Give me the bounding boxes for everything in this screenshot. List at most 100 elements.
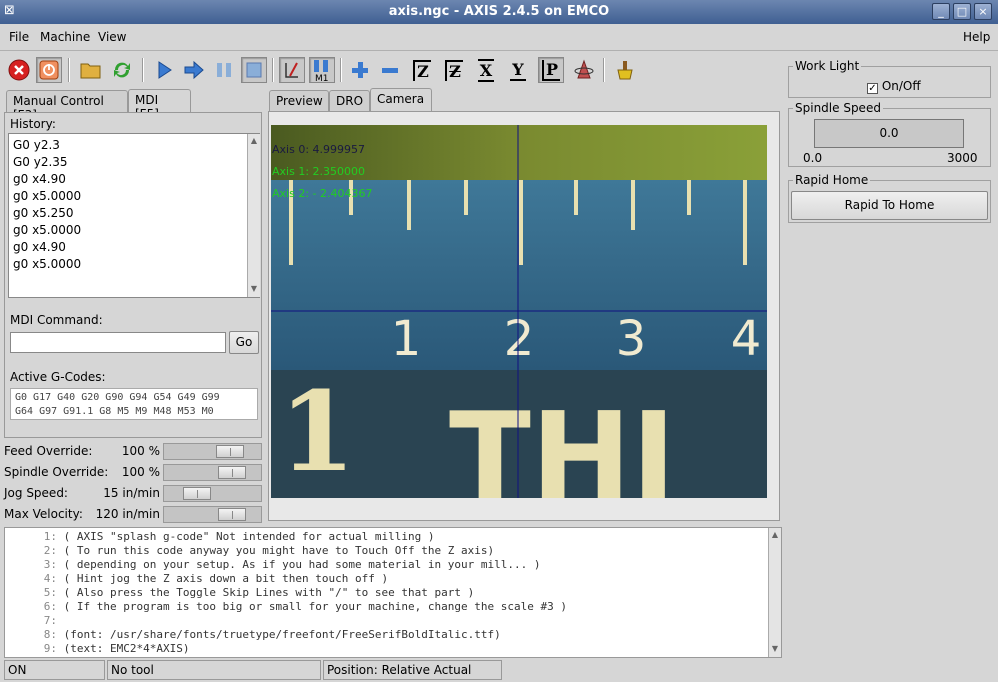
history-label: History: [10,117,56,131]
machine-power-icon[interactable] [36,57,62,83]
camera-view[interactable]: 1 2 3 4 1 THI Axis 0: 4.999957 Axis 1: 2… [271,125,767,498]
view-p-icon[interactable]: P [538,57,564,83]
spindle-speed-gauge: 0.0 [814,119,964,148]
gcode-line[interactable]: 6: ( If the program is too big or small … [5,600,567,613]
scroll-down-icon[interactable]: ▼ [770,644,780,654]
ruler-number: 2 [504,311,535,367]
view-z2-icon[interactable]: Z [441,57,467,83]
list-item[interactable]: G0 y2.3 [13,138,60,152]
dro-axis-2: Axis 2: - 2.404367 [272,187,373,200]
list-item[interactable]: g0 x5.0000 [13,223,81,237]
scroll-down-icon[interactable]: ▼ [249,284,259,294]
rapid-home-frame: Rapid Home Rapid To Home [788,173,991,223]
gcode-line[interactable]: 1: ( AXIS "splash g-code" Not intended f… [5,530,435,543]
estop-icon[interactable] [6,57,32,83]
slider-thumb[interactable] [183,487,211,500]
spindle-min-label: 0.0 [803,151,823,165]
menu-help[interactable]: Help [963,30,990,44]
work-light-title: Work Light [793,59,862,73]
tab-camera[interactable]: Camera [370,88,432,111]
open-file-icon[interactable] [78,57,104,83]
title-bar[interactable]: ⊠ axis.ngc - AXIS 2.4.5 on EMCO _ □ × [0,0,998,24]
menu-file[interactable]: File [9,30,29,44]
gcode-line[interactable]: 9: (text: EMC2*4*AXIS) [5,642,190,655]
gcode-line[interactable]: 2: ( To run this code anyway you might h… [5,544,494,557]
scroll-up-icon[interactable]: ▲ [770,530,780,540]
camera-image: 1 2 3 4 1 THI [271,125,767,498]
run-icon[interactable] [151,57,177,83]
list-item[interactable]: G0 y2.35 [13,155,68,169]
mdi-command-input[interactable] [10,332,226,353]
rapid-to-home-button[interactable]: Rapid To Home [791,191,988,220]
spindle-max-label: 3000 [947,151,978,165]
go-button[interactable]: Go [229,331,259,354]
slider-thumb[interactable] [216,445,244,458]
slider-thumb[interactable] [218,466,246,479]
camera-big-one: 1 [279,367,356,496]
stop-icon[interactable] [241,57,267,83]
active-gcodes-line: G64 G97 G91.1 G8 M5 M9 M48 M53 M0 [15,406,214,417]
view-z-icon[interactable]: Z [409,57,435,83]
view-y-icon[interactable]: Y [505,57,531,83]
active-gcodes-display: G0 G17 G40 G20 G90 G94 G54 G49 G99 G64 G… [10,388,258,420]
list-item[interactable]: g0 x4.90 [13,172,66,186]
rotate-icon[interactable] [571,57,597,83]
clear-plot-icon[interactable] [612,57,638,83]
tab-preview[interactable]: Preview [269,90,329,112]
mdi-command-label: MDI Command: [10,313,103,327]
menu-machine[interactable]: Machine [40,30,90,44]
history-scrollbar[interactable]: ▲ ▼ [247,134,260,297]
toolbar-separator [340,58,342,82]
menu-view[interactable]: View [98,30,126,44]
toolbar-separator [142,58,144,82]
toolbar-separator [272,58,274,82]
tab-mdi[interactable]: MDI [F5] [128,89,191,121]
spindle-speed-frame: Spindle Speed 0.0 0.0 3000 [788,101,991,167]
gcode-line[interactable]: 4: ( Hint jog the Z axis down a bit then… [5,572,388,585]
feed-override-value: 100 % [121,444,160,458]
list-item[interactable]: g0 x4.90 [13,240,66,254]
pause-icon[interactable] [211,57,237,83]
slider-thumb[interactable] [218,508,246,521]
history-list[interactable]: G0 y2.3 G0 y2.35 g0 x4.90 g0 x5.0000 g0 … [8,133,260,298]
reload-icon[interactable] [109,57,135,83]
dro-axis-1: Axis 1: 2.350000 [272,165,366,178]
spindle-override-slider[interactable] [163,464,262,481]
spindle-override-value: 100 % [121,465,160,479]
tab-dro[interactable]: DRO [329,90,370,112]
toolbar-separator [68,58,70,82]
toolbar: M1 Z Z X Y P [0,52,782,88]
toolbar-separator [603,58,605,82]
gcode-line[interactable]: 3: ( depending on your setup. As if you … [5,558,541,571]
gcode-line[interactable]: 8: (font: /usr/share/fonts/truetype/free… [5,628,501,641]
step-icon[interactable] [181,57,207,83]
list-item[interactable]: g0 x5.250 [13,206,74,220]
dro-axis-0: Axis 0: 4.999957 [272,143,366,156]
tab-manual-control[interactable]: Manual Control [F3] [6,90,128,122]
work-light-checkbox[interactable]: ✓ On/Off [867,79,921,94]
scroll-up-icon[interactable]: ▲ [249,136,259,146]
zoom-out-icon[interactable] [377,57,403,83]
list-item[interactable]: g0 x5.0000 [13,189,81,203]
optional-stop-icon[interactable]: M1 [309,57,335,83]
max-velocity-slider[interactable] [163,506,262,523]
gcode-line[interactable]: 5: ( Also press the Toggle Skip Lines wi… [5,586,474,599]
status-position: Position: Relative Actual [323,660,502,680]
jog-speed-slider[interactable] [163,485,262,502]
gcode-scrollbar[interactable]: ▲ ▼ [768,528,781,657]
check-icon[interactable]: ✓ [867,83,878,94]
block-delete-icon[interactable] [279,57,305,83]
rapid-home-title: Rapid Home [793,173,871,187]
close-button[interactable]: × [974,3,992,20]
active-gcodes-line: G0 G17 G40 G20 G90 G94 G54 G49 G99 [15,392,220,403]
gcode-listing[interactable]: 1: ( AXIS "splash g-code" Not intended f… [4,527,782,658]
list-item[interactable]: g0 x5.0000 [13,257,81,271]
maximize-button[interactable]: □ [953,3,971,20]
minimize-button[interactable]: _ [932,3,950,20]
active-gcodes-label: Active G-Codes: [10,370,106,384]
feed-override-slider[interactable] [163,443,262,460]
mdi-panel: History: G0 y2.3 G0 y2.35 g0 x4.90 g0 x5… [4,112,262,438]
view-x-icon[interactable]: X [473,57,499,83]
zoom-in-icon[interactable] [347,57,373,83]
gcode-line[interactable]: 7: [5,614,64,627]
